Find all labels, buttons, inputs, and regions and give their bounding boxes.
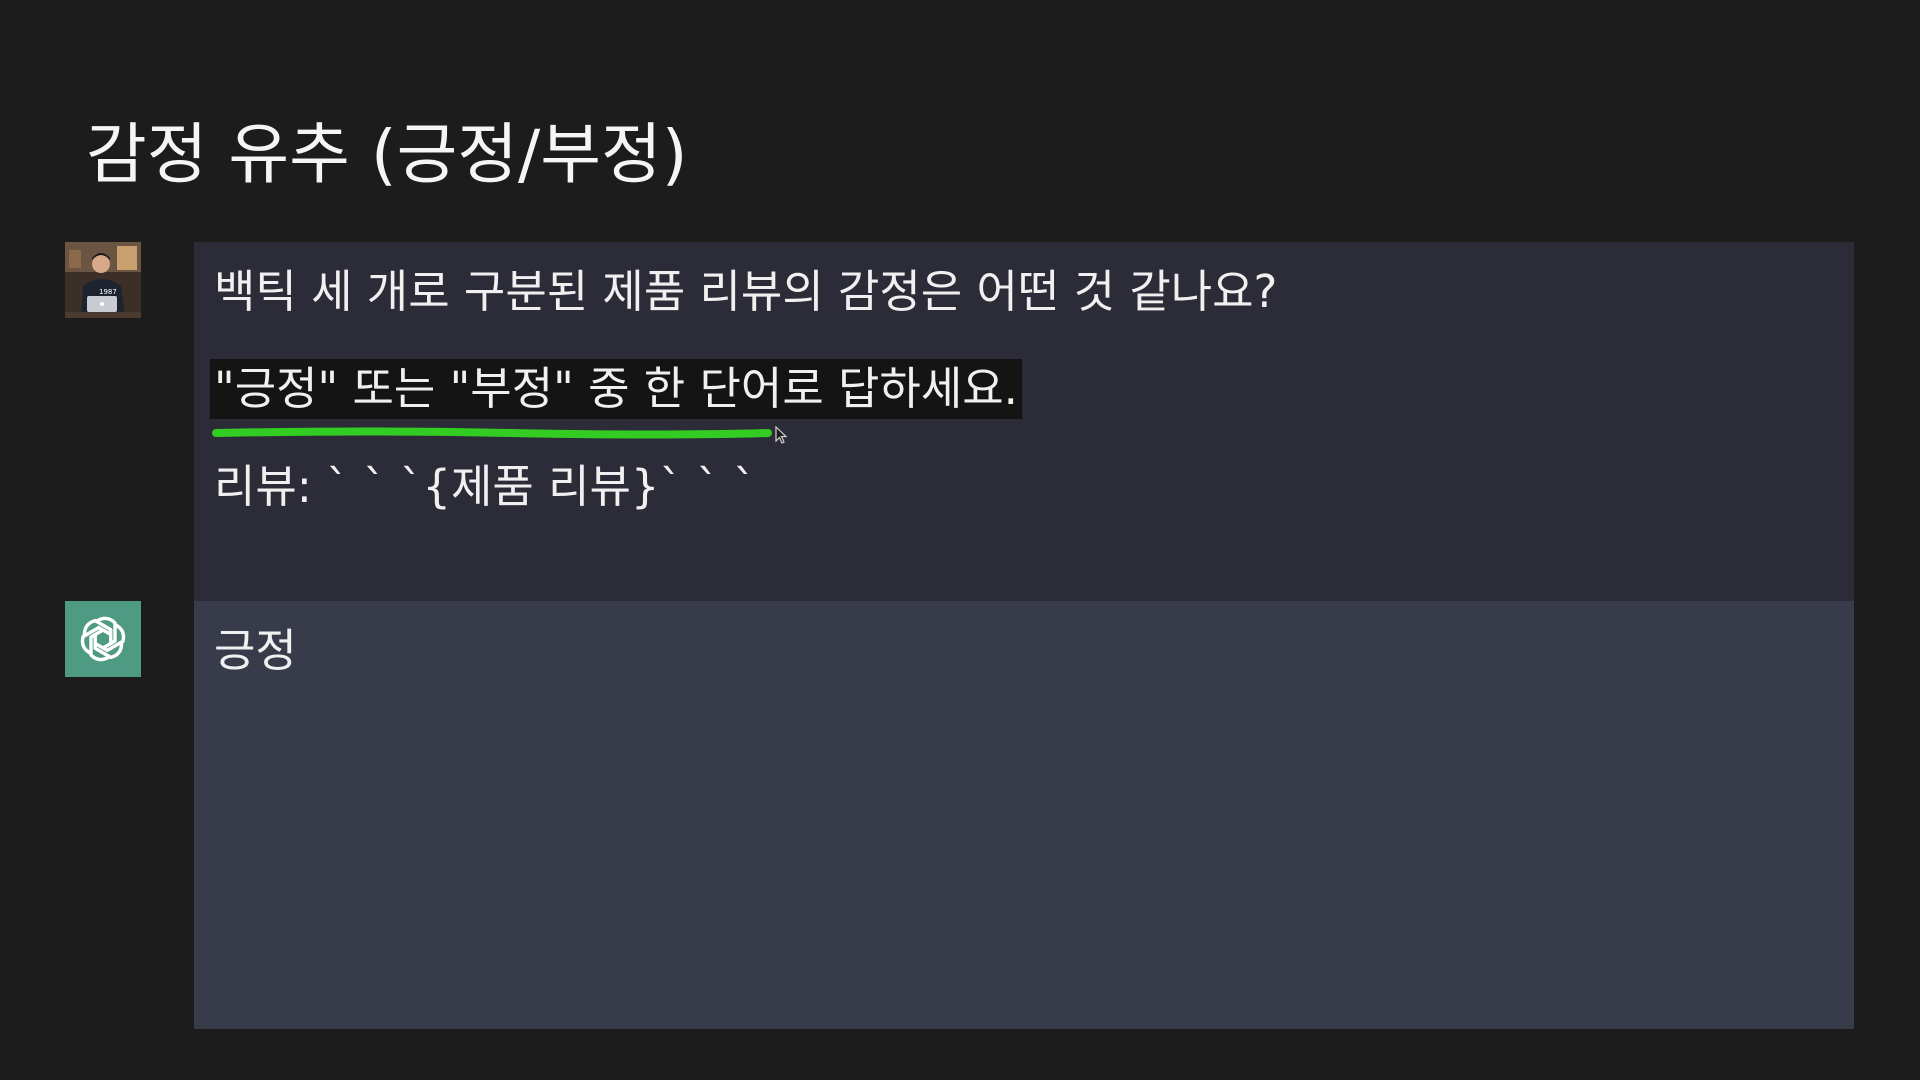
user-message-line-1: 백틱 세 개로 구분된 제품 리뷰의 감정은 어떤 것 같나요? [214,265,1278,318]
user-message-panel: 백틱 세 개로 구분된 제품 리뷰의 감정은 어떤 것 같나요? "긍정" 또는… [194,242,1854,601]
svg-text:1987: 1987 [99,288,117,296]
slide-title: 감정 유추 (긍정/부정) [86,116,688,193]
mouse-pointer-icon [775,426,788,444]
slide: 감정 유추 (긍정/부정) 1987 백틱 세 개로 구분된 제품 리뷰의 감정… [0,0,1920,1080]
assistant-message-panel: 긍정 [194,601,1854,1029]
green-underline-annotation [212,427,772,439]
assistant-avatar [65,601,141,677]
user-photo-avatar-icon: 1987 [65,242,141,318]
chatgpt-logo-icon [80,616,126,662]
user-message-line-3: 리뷰: ` ` `{제품 리뷰}` ` ` [214,460,756,513]
user-avatar: 1987 [65,242,141,318]
user-message-line-2-highlighted: "긍정" 또는 "부정" 중 한 단어로 답하세요. [210,359,1022,419]
assistant-message-text: 긍정 [214,624,297,677]
